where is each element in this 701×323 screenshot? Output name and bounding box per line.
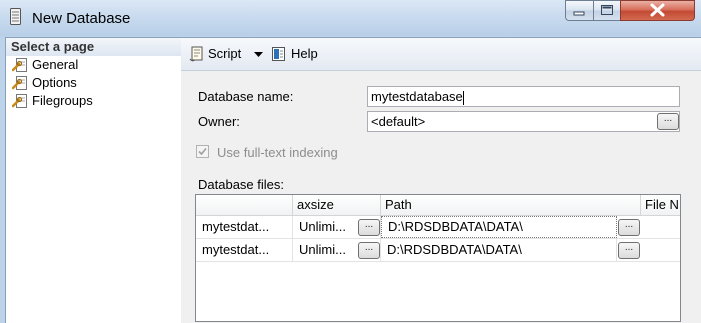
path-browse-button[interactable]: ... (618, 219, 640, 236)
owner-browse-button[interactable]: ... (657, 113, 679, 130)
window-controls (565, 0, 695, 22)
database-name-label: Database name: (198, 89, 294, 104)
maximize-button[interactable] (593, 0, 621, 21)
maxsize-browse-button[interactable]: ... (358, 219, 380, 236)
sidebar-item-filegroups[interactable]: Filegroups (6, 92, 181, 110)
database-name-input[interactable]: mytestdatabase (367, 86, 680, 107)
logical-name-cell[interactable]: mytestdat... (196, 239, 293, 261)
title-bar[interactable]: New Database (0, 0, 701, 36)
grid-header: axsize Path File N (196, 195, 680, 216)
owner-input[interactable]: <default> (367, 111, 680, 132)
help-label: Help (291, 46, 318, 61)
maxsize-browse-button[interactable]: ... (358, 242, 380, 259)
app-icon (10, 8, 21, 25)
path-cell[interactable]: D:\RDSDBDATA\DATA\ (381, 239, 617, 261)
file-name-cell[interactable] (641, 216, 680, 238)
database-files-grid[interactable]: axsize Path File N mytestdat... Unlimi..… (195, 194, 681, 322)
script-icon (189, 46, 203, 62)
file-name-cell[interactable] (641, 239, 680, 261)
sidebar-item-general[interactable]: General (6, 56, 181, 74)
path-browse-button[interactable]: ... (618, 242, 640, 259)
sidebar-item-label: General (32, 57, 79, 72)
fulltext-checkbox[interactable] (196, 145, 209, 158)
text-cursor (462, 90, 464, 105)
table-row[interactable]: mytestdat... Unlimi... ... D:\RDSDBDATA\… (196, 216, 680, 239)
table-row[interactable]: mytestdat... Unlimi... ... D:\RDSDBDATA\… (196, 239, 680, 262)
toolbar: Script Help (181, 38, 701, 71)
column-header-maxsize[interactable]: axsize (293, 195, 381, 215)
help-icon (272, 47, 285, 61)
sidebar-item-label: Filegroups (32, 93, 93, 108)
sidebar-item-options[interactable]: Options (6, 74, 181, 92)
select-page-header: Select a page (6, 38, 181, 56)
chevron-down-icon[interactable] (254, 52, 263, 57)
fulltext-label: Use full-text indexing (217, 145, 338, 160)
owner-value: <default> (371, 114, 426, 129)
close-icon (650, 3, 665, 17)
database-name-value: mytestdatabase (371, 89, 463, 104)
minimize-button[interactable] (565, 0, 594, 21)
close-button[interactable] (620, 0, 695, 21)
page-wrench-icon (12, 94, 27, 108)
sidebar-item-label: Options (32, 75, 77, 90)
page-selector-pane: Select a page General Options Filegroups (5, 37, 182, 323)
owner-label: Owner: (198, 114, 240, 129)
path-cell[interactable]: D:\RDSDBDATA\DATA\ (381, 216, 617, 238)
page-wrench-icon (12, 76, 27, 90)
column-header-path[interactable]: Path (381, 195, 641, 215)
minimize-icon (573, 11, 585, 16)
column-header-file-name[interactable]: File N (641, 195, 680, 215)
maximize-icon (601, 5, 613, 15)
database-files-label: Database files: (198, 177, 284, 192)
script-label: Script (208, 46, 242, 61)
checkmark-icon (198, 147, 207, 156)
logical-name-cell[interactable]: mytestdat... (196, 216, 293, 238)
column-header-logical-name[interactable] (196, 195, 293, 215)
page-wrench-icon (12, 58, 27, 72)
window-title: New Database (32, 10, 131, 27)
